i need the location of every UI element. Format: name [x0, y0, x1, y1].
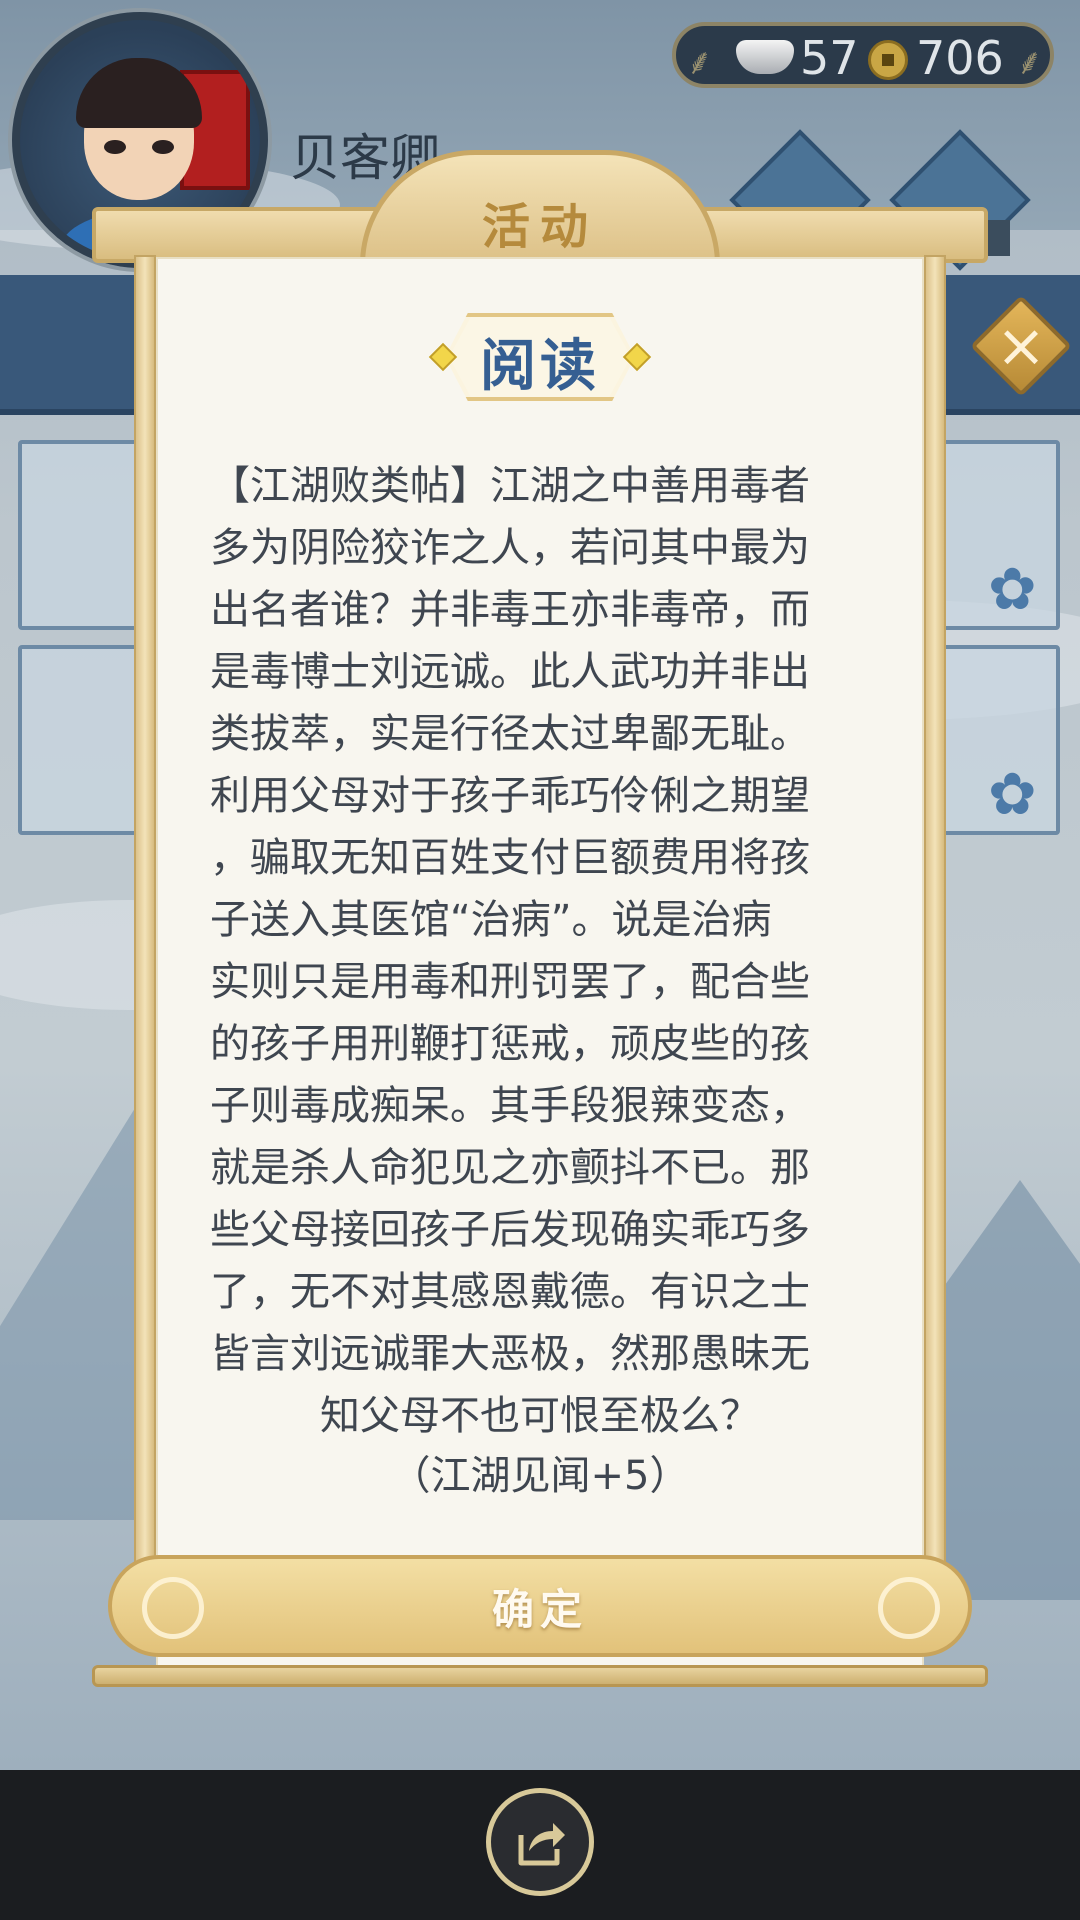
story-line: 多为阴险狡诈之人，若问其中最为: [210, 525, 810, 571]
story-line: 了，无不对其感恩戴德。有识之士: [210, 1269, 810, 1315]
activity-dialog: 活动 阅读 【江湖败类帖】江湖之中善用毒者 多为阴险狡诈之人，若问其中最为 出名…: [92, 150, 988, 1687]
currency-bar: ⸙ 57 706 ⸙: [672, 22, 1054, 88]
coin-count: 706: [916, 31, 1004, 85]
close-icon: ×: [995, 311, 1047, 381]
share-icon: [518, 1823, 565, 1866]
story-line: 知父母不也可恨至极么？: [320, 1393, 760, 1439]
story-line: 子送入其医馆“治病”。说是治病: [210, 897, 772, 943]
bottom-bar: [0, 1770, 1080, 1920]
flower-icon: ✿: [988, 760, 1037, 828]
dialog-title: 活动: [481, 199, 598, 255]
bamboo-icon: ⸙: [686, 42, 714, 83]
avatar-hair: [76, 58, 202, 128]
avatar-eye: [152, 140, 174, 154]
silver-ingot-icon: [736, 40, 794, 74]
scroll-bottom-rod: [92, 1665, 988, 1687]
silver-count: 57: [800, 31, 859, 85]
reading-heading: 阅读: [480, 334, 600, 399]
story-line: 皆言刘远诚罪大恶极，然那愚昧无: [210, 1331, 810, 1377]
story-line: 些父母接回孩子后发现确实乖巧多: [210, 1207, 810, 1253]
story-line: 【江湖败类帖】江湖之中善用毒者: [210, 463, 810, 509]
story-line: 是毒博士刘远诚。此人武功并非出: [210, 649, 810, 695]
story-text: 【江湖败类帖】江湖之中善用毒者 多为阴险狡诈之人，若问其中最为 出名者谁？并非毒…: [210, 455, 870, 1447]
scroll-rail-right: [924, 255, 946, 1595]
story-line: 就是杀人命犯见之亦颤抖不已。那: [210, 1145, 810, 1191]
confirm-label: 确定: [491, 1584, 588, 1634]
reward-text: （江湖见闻+5）: [390, 1453, 690, 1499]
cloud-swirl-icon: [142, 1577, 204, 1639]
flower-icon: ✿: [988, 555, 1037, 623]
story-line: 出名者谁？并非毒王亦非毒帝，而: [210, 587, 810, 633]
story-line: 子则毒成痴呆。其手段狠辣变态，: [210, 1083, 810, 1129]
story-line: 实则只是用毒和刑罚罢了，配合些: [210, 959, 810, 1005]
scroll-rail-left: [134, 255, 156, 1595]
confirm-button[interactable]: 确定: [108, 1555, 972, 1657]
copper-coin-icon: [868, 40, 908, 80]
story-line: 利用父母对于孩子乖巧伶俐之期望: [210, 773, 810, 819]
reading-heading-plaque: 阅读: [425, 313, 655, 401]
story-line: 类拔萃，实是行径太过卑鄙无耻。: [210, 711, 810, 757]
bamboo-icon: ⸙: [1016, 42, 1044, 83]
cloud-swirl-icon: [878, 1577, 940, 1639]
story-line: ，骗取无知百姓支付巨额费用将孩: [210, 835, 810, 881]
share-button[interactable]: [486, 1788, 594, 1896]
story-line: 的孩子用刑鞭打惩戒，顽皮些的孩: [210, 1021, 810, 1067]
avatar-eye: [104, 140, 126, 154]
